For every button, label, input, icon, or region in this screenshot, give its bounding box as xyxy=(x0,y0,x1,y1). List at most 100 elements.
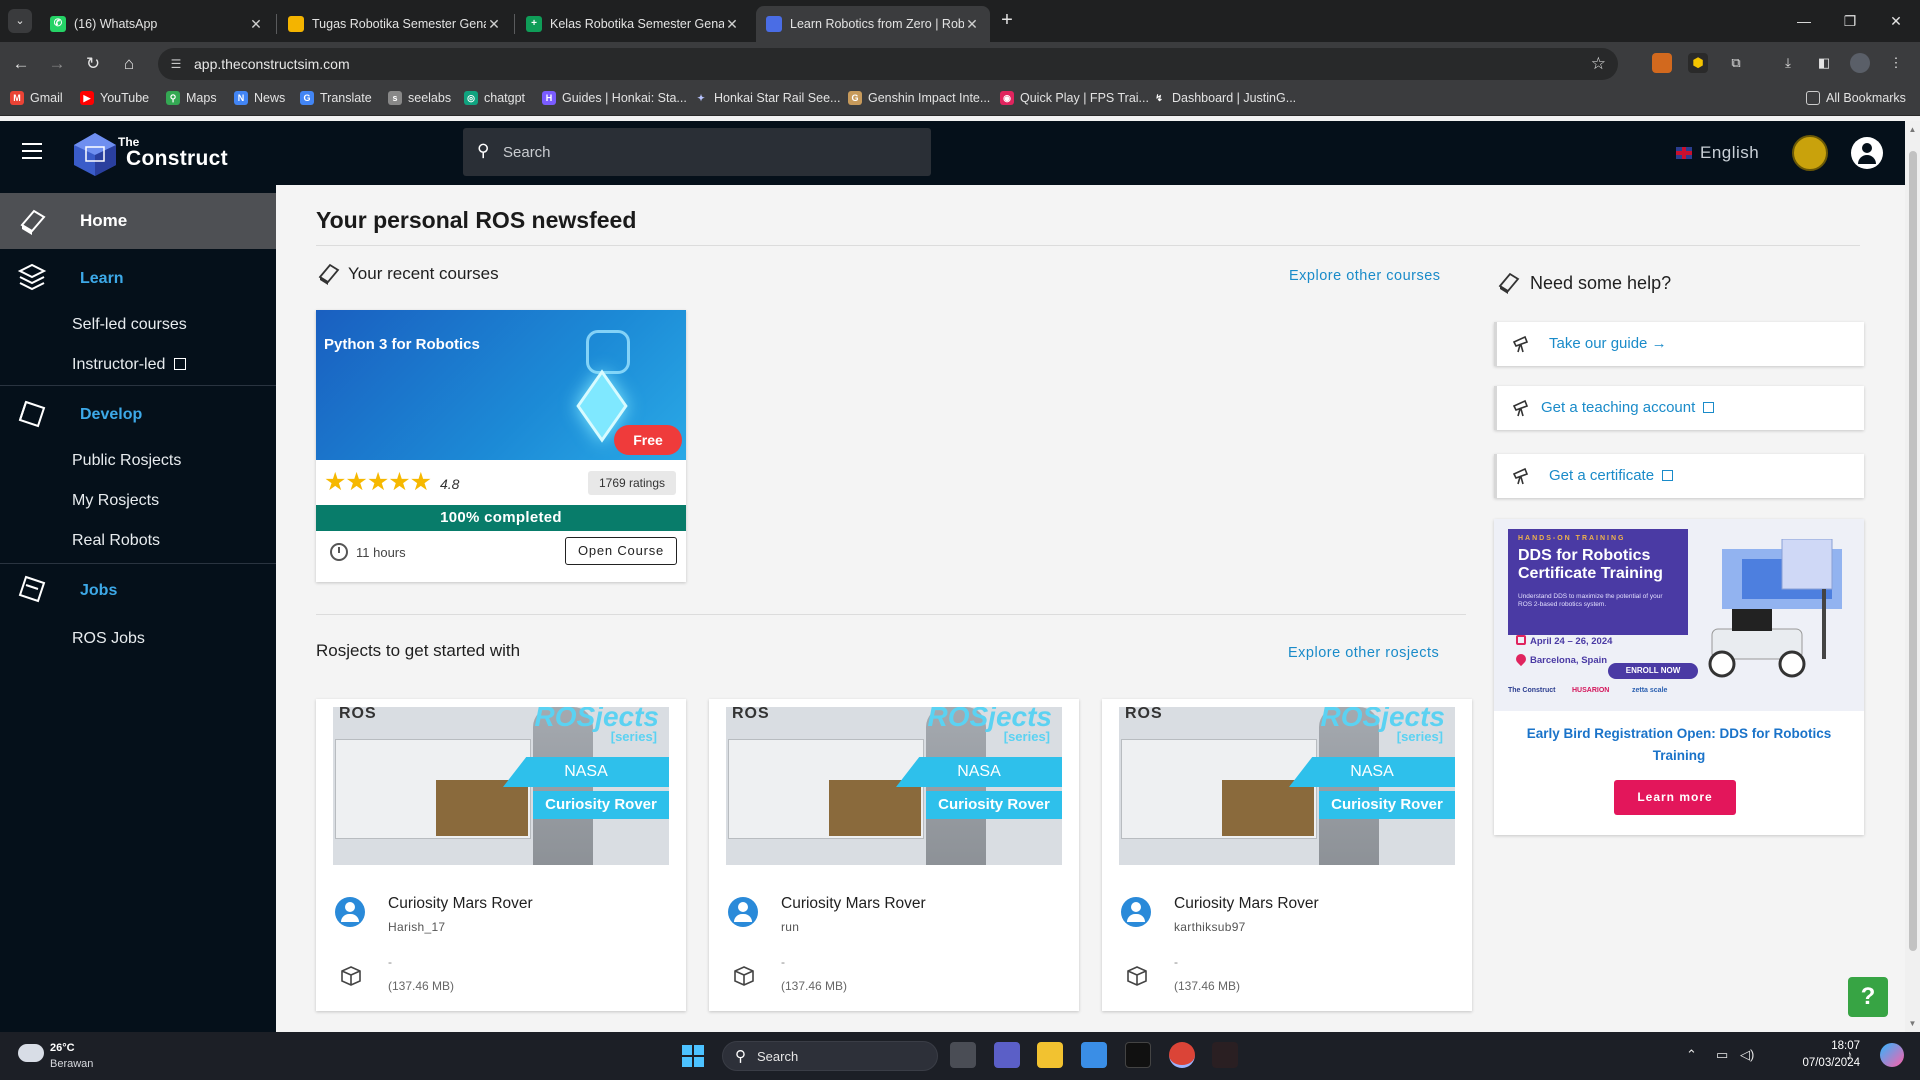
rating-stars: ★★★★★ xyxy=(324,468,432,496)
tab-slides[interactable]: Tugas Robotika Semester Genap ✕ xyxy=(278,6,512,42)
minimize-button[interactable]: — xyxy=(1784,8,1824,34)
learn-more-button[interactable]: Learn more xyxy=(1614,780,1736,815)
rosject-card[interactable]: ROS ROSjects [series] NASA Curiosity Rov… xyxy=(709,699,1079,1011)
rosject-card[interactable]: ROS ROSjects [series] NASA Curiosity Rov… xyxy=(316,699,686,1011)
sidebar-item-real-robots[interactable]: Real Robots xyxy=(72,532,160,550)
free-badge: Free xyxy=(614,425,682,455)
bookmark-fps-trainer[interactable]: ◉ Quick Play | FPS Trai... xyxy=(1000,91,1149,105)
profile-avatar[interactable] xyxy=(1850,53,1870,73)
copilot-icon[interactable] xyxy=(1880,1043,1904,1067)
close-tab-icon[interactable]: ✕ xyxy=(248,16,264,33)
divider xyxy=(316,614,1466,615)
close-tab-icon[interactable]: ✕ xyxy=(964,16,980,33)
network-icon[interactable]: ▭ xyxy=(1716,1047,1728,1063)
weather-description[interactable]: Berawan xyxy=(50,1058,93,1070)
microsoft-store-icon[interactable] xyxy=(1081,1042,1107,1068)
promo-banner[interactable]: HANDS-ON TRAINING DDS for Robotics Certi… xyxy=(1494,519,1864,711)
page-scrollbar[interactable]: ▲ ▼ xyxy=(1905,121,1920,1032)
bookmark-label: Gmail xyxy=(30,91,63,105)
bookmark-genshin[interactable]: G Genshin Impact Inte... xyxy=(848,91,990,105)
side-panel-icon[interactable]: ◧ xyxy=(1814,53,1834,73)
language-selector[interactable]: English xyxy=(1676,143,1759,163)
bookmark-news[interactable]: N News xyxy=(234,91,285,105)
tab-search-button[interactable]: ⌄ xyxy=(8,9,32,33)
scrollbar-thumb[interactable] xyxy=(1909,151,1917,951)
sidebar-item-instructor-led[interactable]: Instructor-led xyxy=(72,356,186,374)
metamask-extension-icon[interactable] xyxy=(1652,53,1672,73)
file-explorer-icon[interactable] xyxy=(1037,1042,1063,1068)
achievement-badge-icon[interactable] xyxy=(1792,135,1828,171)
bookmark-seelabs[interactable]: s seelabs xyxy=(388,91,451,105)
rosject-size: (137.46 MB) xyxy=(1174,979,1241,993)
weather-temperature[interactable]: 26°C xyxy=(50,1042,75,1054)
teams-icon[interactable] xyxy=(994,1042,1020,1068)
tiktok-icon[interactable] xyxy=(1125,1042,1151,1068)
certificate-link[interactable]: Get a certificate xyxy=(1494,454,1864,498)
sidebar-item-my-rosjects[interactable]: My Rosjects xyxy=(72,492,159,510)
tab-the-construct[interactable]: Learn Robotics from Zero | Rob ✕ xyxy=(756,6,990,42)
ros-logo: ROS xyxy=(339,707,377,722)
rosject-card[interactable]: ROS ROSjects [series] NASA Curiosity Rov… xyxy=(1102,699,1472,1011)
taskbar-search[interactable]: ⚲ Search xyxy=(722,1041,938,1071)
reload-button[interactable]: ↻ xyxy=(80,51,106,77)
hamburger-menu-icon[interactable] xyxy=(22,143,42,161)
sidebar-item-self-led-courses[interactable]: Self-led courses xyxy=(72,316,187,334)
divider xyxy=(316,245,1860,246)
promo-caption-link[interactable]: Early Bird Registration Open: DDS for Ro… xyxy=(1514,723,1844,767)
the-construct-logo[interactable] xyxy=(72,131,118,177)
open-course-button[interactable]: Open Course xyxy=(565,537,677,565)
teaching-account-link[interactable]: Get a teaching account xyxy=(1494,386,1864,430)
scroll-up-icon[interactable]: ▲ xyxy=(1908,125,1917,134)
sidebar-item-ros-jobs[interactable]: ROS Jobs xyxy=(72,630,145,648)
browser-menu-icon[interactable]: ⋮ xyxy=(1886,53,1906,73)
notification-bell-icon[interactable]: ♪ xyxy=(1846,1047,1853,1062)
volume-icon[interactable]: ◁) xyxy=(1740,1047,1754,1063)
bookmark-dashboard[interactable]: ↯ Dashboard | JustinG... xyxy=(1152,91,1296,105)
close-tab-icon[interactable]: ✕ xyxy=(486,16,502,33)
bookmark-maps[interactable]: ⚲ Maps xyxy=(166,91,217,105)
extension-icon[interactable]: ⬢ xyxy=(1688,53,1708,73)
scroll-down-icon[interactable]: ▼ xyxy=(1908,1019,1917,1028)
app-icon[interactable] xyxy=(1212,1042,1238,1068)
sidebar-item-develop[interactable]: Develop xyxy=(80,406,142,424)
restore-button[interactable]: ❐ xyxy=(1830,8,1870,34)
close-tab-icon[interactable]: ✕ xyxy=(724,16,740,33)
sidebar-item-home[interactable]: Home xyxy=(0,193,276,249)
take-guide-link[interactable]: Take our guide → xyxy=(1494,322,1864,366)
show-hidden-icons[interactable]: ⌃ xyxy=(1686,1047,1697,1063)
weather-cloud-icon[interactable] xyxy=(18,1044,44,1062)
sidebar-item-public-rosjects[interactable]: Public Rosjects xyxy=(72,452,181,470)
help-chat-button[interactable]: ? xyxy=(1848,977,1888,1017)
tab-sheets[interactable]: + Kelas Robotika Semester Genap ✕ xyxy=(516,6,750,42)
chrome-icon[interactable] xyxy=(1169,1042,1195,1068)
bookmark-chatgpt[interactable]: ◎ chatgpt xyxy=(464,91,525,105)
home-button[interactable]: ⌂ xyxy=(116,51,142,77)
language-label: English xyxy=(1700,143,1760,162)
bookmark-honkai-guides[interactable]: H Guides | Honkai: Sta... xyxy=(542,91,687,105)
address-bar[interactable]: ☰ app.theconstructsim.com ☆ xyxy=(158,48,1618,80)
bookmark-youtube[interactable]: ▶ YouTube xyxy=(80,91,149,105)
back-button[interactable]: ← xyxy=(8,51,34,77)
explore-rosjects-link[interactable]: Explore other rosjects xyxy=(1288,645,1439,661)
forward-button[interactable]: → xyxy=(44,51,70,77)
close-window-button[interactable]: ✕ xyxy=(1876,8,1916,34)
sidebar-item-jobs[interactable]: Jobs xyxy=(80,582,117,600)
all-bookmarks[interactable]: All Bookmarks xyxy=(1806,91,1906,105)
tab-whatsapp[interactable]: ✆ (16) WhatsApp ✕ xyxy=(40,6,274,42)
task-view-icon[interactable] xyxy=(950,1042,976,1068)
extensions-puzzle-icon[interactable]: ⧉ xyxy=(1726,53,1746,73)
search-input[interactable]: ⚲ Search xyxy=(463,128,931,176)
bookmark-star-rail[interactable]: ✦ Honkai Star Rail See... xyxy=(694,91,840,105)
course-card[interactable]: Python 3 for Robotics Free ★★★★★ 4.8 176… xyxy=(316,310,686,582)
sidebar-item-learn[interactable]: Learn xyxy=(80,270,124,288)
site-info-icon[interactable]: ☰ xyxy=(168,56,184,72)
user-account-icon[interactable] xyxy=(1851,137,1883,169)
windows-start-button[interactable] xyxy=(682,1045,704,1067)
clock-icon xyxy=(330,543,348,561)
downloads-icon[interactable]: ⤓ xyxy=(1778,53,1798,73)
bookmark-translate[interactable]: G Translate xyxy=(300,91,372,105)
bookmark-star-icon[interactable]: ☆ xyxy=(1591,54,1606,74)
new-tab-button[interactable]: + xyxy=(995,9,1019,33)
explore-courses-link[interactable]: Explore other courses xyxy=(1289,268,1441,284)
bookmark-gmail[interactable]: M Gmail xyxy=(10,91,63,105)
